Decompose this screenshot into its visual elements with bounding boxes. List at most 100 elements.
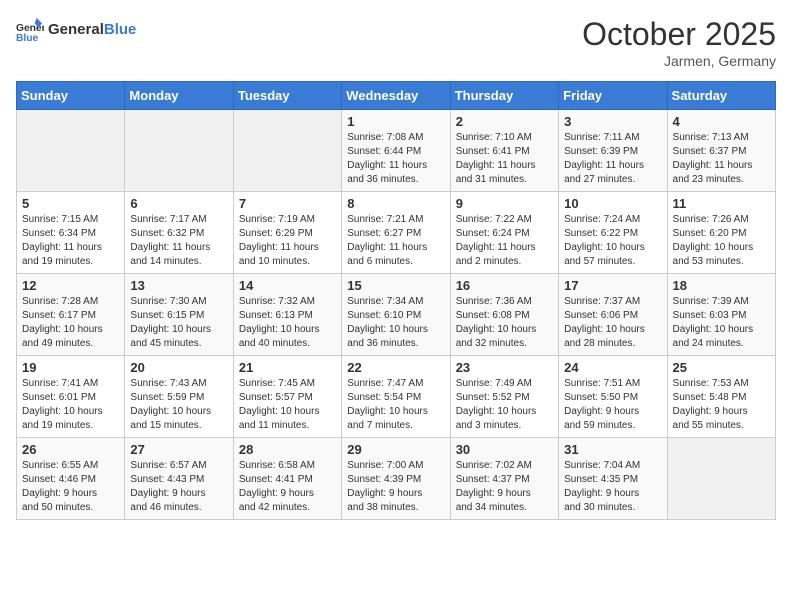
- logo-icon: General Blue: [16, 16, 44, 44]
- calendar-cell: 30 Sunrise: 7:02 AM Sunset: 4:37 PM Dayli…: [450, 438, 558, 520]
- day-info: Sunrise: 7:41 AM Sunset: 6:01 PM Dayligh…: [22, 377, 119, 433]
- day-info: Sunrise: 7:49 AM Sunset: 5:52 PM Dayligh…: [456, 377, 553, 433]
- calendar-cell: 3Sunrise: 7:11 AM Sunset: 6:39 PM Daylig…: [559, 110, 667, 192]
- day-number: 5: [22, 196, 119, 211]
- day-info: Sunrise: 6:58 AM Sunset: 4:41 PM Dayligh…: [239, 459, 336, 515]
- day-info: Sunrise: 7:30 AM Sunset: 6:15 PM Dayligh…: [130, 295, 227, 351]
- day-number: 24: [564, 360, 661, 375]
- calendar-week-row: 19 Sunrise: 7:41 AM Sunset: 6:01 PM Dayli…: [17, 356, 776, 438]
- calendar-cell: 6Sunrise: 7:17 AM Sunset: 6:32 PM Daylig…: [125, 192, 233, 274]
- day-info: Sunrise: 7:47 AM Sunset: 5:54 PM Dayligh…: [347, 377, 444, 433]
- day-number: 17: [564, 278, 661, 293]
- day-info: Sunrise: 7:21 AM Sunset: 6:27 PM Dayligh…: [347, 213, 444, 269]
- day-number: 26: [22, 442, 119, 457]
- calendar-cell: 9Sunrise: 7:22 AM Sunset: 6:24 PM Daylig…: [450, 192, 558, 274]
- day-number: 20: [130, 360, 227, 375]
- calendar-cell: 20 Sunrise: 7:43 AM Sunset: 5:59 PM Dayli…: [125, 356, 233, 438]
- day-number: 13: [130, 278, 227, 293]
- calendar-cell: 1Sunrise: 7:08 AM Sunset: 6:44 PM Daylig…: [342, 110, 450, 192]
- day-number: 14: [239, 278, 336, 293]
- day-info: Sunrise: 7:15 AM Sunset: 6:34 PM Dayligh…: [22, 213, 119, 269]
- calendar-cell: 10 Sunrise: 7:24 AM Sunset: 6:22 PM Dayli…: [559, 192, 667, 274]
- calendar-week-row: 12Sunrise: 7:28 AM Sunset: 6:17 PM Dayli…: [17, 274, 776, 356]
- day-info: Sunrise: 7:51 AM Sunset: 5:50 PM Dayligh…: [564, 377, 661, 433]
- day-number: 16: [456, 278, 553, 293]
- day-info: Sunrise: 7:37 AM Sunset: 6:06 PM Dayligh…: [564, 295, 661, 351]
- day-number: 23: [456, 360, 553, 375]
- calendar-cell: 27 Sunrise: 6:57 AM Sunset: 4:43 PM Dayli…: [125, 438, 233, 520]
- logo: General Blue GeneralBlue: [16, 16, 136, 44]
- calendar-cell: 12Sunrise: 7:28 AM Sunset: 6:17 PM Dayli…: [17, 274, 125, 356]
- calendar-week-row: 1Sunrise: 7:08 AM Sunset: 6:44 PM Daylig…: [17, 110, 776, 192]
- svg-text:Blue: Blue: [16, 33, 39, 44]
- calendar-cell: [233, 110, 341, 192]
- day-info: Sunrise: 7:36 AM Sunset: 6:08 PM Dayligh…: [456, 295, 553, 351]
- day-number: 30: [456, 442, 553, 457]
- day-info: Sunrise: 7:24 AM Sunset: 6:22 PM Dayligh…: [564, 213, 661, 269]
- calendar-cell: 14 Sunrise: 7:32 AM Sunset: 6:13 PM Dayli…: [233, 274, 341, 356]
- calendar-cell: 19 Sunrise: 7:41 AM Sunset: 6:01 PM Dayli…: [17, 356, 125, 438]
- calendar-cell: [17, 110, 125, 192]
- day-number: 8: [347, 196, 444, 211]
- day-info: Sunrise: 7:22 AM Sunset: 6:24 PM Dayligh…: [456, 213, 553, 269]
- day-number: 18: [673, 278, 770, 293]
- day-info: Sunrise: 6:55 AM Sunset: 4:46 PM Dayligh…: [22, 459, 119, 515]
- calendar-cell: 31Sunrise: 7:04 AM Sunset: 4:35 PM Dayli…: [559, 438, 667, 520]
- calendar-table: Sunday Monday Tuesday Wednesday Thursday…: [16, 81, 776, 520]
- day-info: Sunrise: 7:04 AM Sunset: 4:35 PM Dayligh…: [564, 459, 661, 515]
- calendar-cell: 29 Sunrise: 7:00 AM Sunset: 4:39 PM Dayli…: [342, 438, 450, 520]
- calendar-cell: [125, 110, 233, 192]
- calendar-cell: 25 Sunrise: 7:53 AM Sunset: 5:48 PM Dayli…: [667, 356, 775, 438]
- day-info: Sunrise: 7:13 AM Sunset: 6:37 PM Dayligh…: [673, 131, 770, 187]
- day-number: 10: [564, 196, 661, 211]
- day-number: 2: [456, 114, 553, 129]
- page-header: General Blue GeneralBlue October 2025 Ja…: [16, 16, 776, 69]
- day-number: 29: [347, 442, 444, 457]
- calendar-cell: 24 Sunrise: 7:51 AM Sunset: 5:50 PM Dayli…: [559, 356, 667, 438]
- calendar-cell: 16 Sunrise: 7:36 AM Sunset: 6:08 PM Dayli…: [450, 274, 558, 356]
- day-number: 19: [22, 360, 119, 375]
- calendar-cell: 23 Sunrise: 7:49 AM Sunset: 5:52 PM Dayli…: [450, 356, 558, 438]
- day-info: Sunrise: 7:08 AM Sunset: 6:44 PM Dayligh…: [347, 131, 444, 187]
- calendar-cell: 26 Sunrise: 6:55 AM Sunset: 4:46 PM Dayli…: [17, 438, 125, 520]
- day-info: Sunrise: 7:43 AM Sunset: 5:59 PM Dayligh…: [130, 377, 227, 433]
- title-area: October 2025 Jarmen, Germany: [582, 16, 776, 69]
- day-number: 25: [673, 360, 770, 375]
- day-number: 22: [347, 360, 444, 375]
- calendar-cell: 8 Sunrise: 7:21 AM Sunset: 6:27 PM Daylig…: [342, 192, 450, 274]
- col-sunday: Sunday: [17, 82, 125, 110]
- day-number: 11: [673, 196, 770, 211]
- col-friday: Friday: [559, 82, 667, 110]
- calendar-cell: 13 Sunrise: 7:30 AM Sunset: 6:15 PM Dayli…: [125, 274, 233, 356]
- calendar-cell: [667, 438, 775, 520]
- day-number: 27: [130, 442, 227, 457]
- day-number: 28: [239, 442, 336, 457]
- day-info: Sunrise: 7:53 AM Sunset: 5:48 PM Dayligh…: [673, 377, 770, 433]
- day-info: Sunrise: 6:57 AM Sunset: 4:43 PM Dayligh…: [130, 459, 227, 515]
- day-number: 6: [130, 196, 227, 211]
- day-info: Sunrise: 7:02 AM Sunset: 4:37 PM Dayligh…: [456, 459, 553, 515]
- day-info: Sunrise: 7:26 AM Sunset: 6:20 PM Dayligh…: [673, 213, 770, 269]
- calendar-cell: 7Sunrise: 7:19 AM Sunset: 6:29 PM Daylig…: [233, 192, 341, 274]
- day-info: Sunrise: 7:34 AM Sunset: 6:10 PM Dayligh…: [347, 295, 444, 351]
- calendar-cell: 2 Sunrise: 7:10 AM Sunset: 6:41 PM Daylig…: [450, 110, 558, 192]
- logo-blue: Blue: [104, 21, 137, 38]
- col-wednesday: Wednesday: [342, 82, 450, 110]
- calendar-cell: 28 Sunrise: 6:58 AM Sunset: 4:41 PM Dayli…: [233, 438, 341, 520]
- day-number: 3: [564, 114, 661, 129]
- day-info: Sunrise: 7:28 AM Sunset: 6:17 PM Dayligh…: [22, 295, 119, 351]
- calendar-header-row: Sunday Monday Tuesday Wednesday Thursday…: [17, 82, 776, 110]
- day-info: Sunrise: 7:32 AM Sunset: 6:13 PM Dayligh…: [239, 295, 336, 351]
- calendar-cell: 17 Sunrise: 7:37 AM Sunset: 6:06 PM Dayli…: [559, 274, 667, 356]
- day-info: Sunrise: 7:10 AM Sunset: 6:41 PM Dayligh…: [456, 131, 553, 187]
- day-info: Sunrise: 7:19 AM Sunset: 6:29 PM Dayligh…: [239, 213, 336, 269]
- day-info: Sunrise: 7:00 AM Sunset: 4:39 PM Dayligh…: [347, 459, 444, 515]
- month-title: October 2025: [582, 16, 776, 53]
- day-number: 15: [347, 278, 444, 293]
- col-monday: Monday: [125, 82, 233, 110]
- day-info: Sunrise: 7:39 AM Sunset: 6:03 PM Dayligh…: [673, 295, 770, 351]
- location-subtitle: Jarmen, Germany: [582, 53, 776, 69]
- day-info: Sunrise: 7:45 AM Sunset: 5:57 PM Dayligh…: [239, 377, 336, 433]
- calendar-cell: 11 Sunrise: 7:26 AM Sunset: 6:20 PM Dayli…: [667, 192, 775, 274]
- calendar-cell: 18 Sunrise: 7:39 AM Sunset: 6:03 PM Dayli…: [667, 274, 775, 356]
